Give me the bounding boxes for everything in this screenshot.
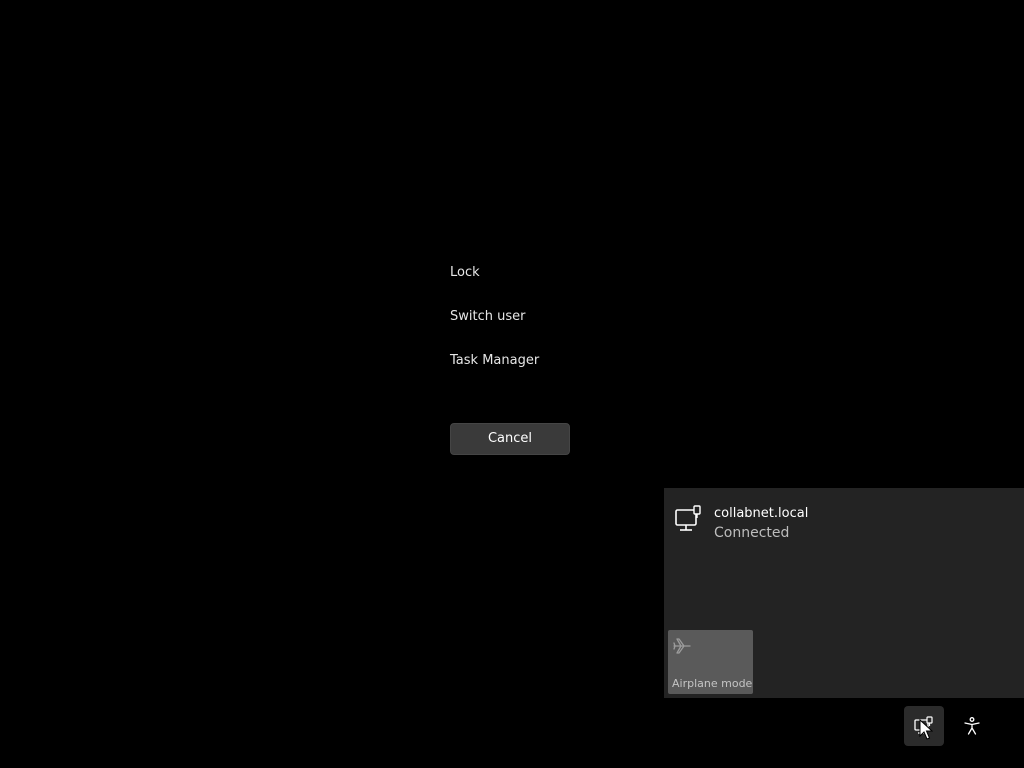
switch-user-option[interactable]: Switch user xyxy=(450,306,539,328)
network-tray-button[interactable] xyxy=(904,706,944,746)
network-flyout: collabnet.local Connected Airplane mode xyxy=(664,488,1024,698)
network-icon xyxy=(914,716,933,734)
task-manager-option[interactable]: Task Manager xyxy=(450,350,539,372)
airplane-icon xyxy=(672,636,692,656)
network-name: collabnet.local xyxy=(714,506,809,521)
airplane-mode-label: Airplane mode xyxy=(672,677,753,690)
security-options-menu: Lock Switch user Task Manager xyxy=(450,262,539,394)
airplane-mode-toggle[interactable]: Airplane mode xyxy=(668,630,753,694)
cancel-button[interactable]: Cancel xyxy=(450,423,570,455)
network-item[interactable]: collabnet.local Connected xyxy=(664,500,1024,548)
wired-network-icon xyxy=(674,504,704,534)
secure-desktop-screen: Lock Switch user Task Manager Cancel col… xyxy=(0,0,1024,768)
accessibility-tray-button[interactable] xyxy=(952,706,992,746)
lock-option[interactable]: Lock xyxy=(450,262,539,284)
accessibility-icon xyxy=(964,717,980,735)
network-status: Connected xyxy=(714,525,790,541)
